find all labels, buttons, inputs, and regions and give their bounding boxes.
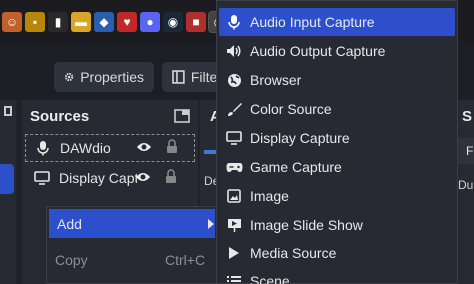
monitor-icon <box>223 131 245 145</box>
left-dock <box>0 100 16 284</box>
submenu-label: Browser <box>250 72 302 88</box>
microphone-icon <box>223 14 245 30</box>
dock-title: S <box>462 108 473 125</box>
source-item-display-capture[interactable]: Display Captu <box>25 164 195 192</box>
app-icon[interactable]: ☺ <box>2 12 22 32</box>
dock-float-icon[interactable] <box>4 106 12 116</box>
right-dock: S F Du <box>456 100 474 284</box>
submenu-label: Audio Input Capture <box>250 14 375 30</box>
monitor-icon <box>31 171 53 185</box>
submenu-label: Audio Output Capture <box>250 43 386 59</box>
file-icon[interactable]: ▬ <box>71 12 91 32</box>
submenu-label: Image Slide Show <box>250 217 363 233</box>
source-item-dawdio[interactable]: DAWdio <box>25 134 195 162</box>
submenu-item-audio-output-capture[interactable]: Audio Output Capture <box>219 37 455 65</box>
brush-icon <box>223 102 245 117</box>
globe-icon <box>223 73 245 88</box>
partial-button[interactable]: F <box>456 138 474 164</box>
add-submenu: Audio Input Capture Audio Output Capture… <box>216 0 458 284</box>
submenu-item-image[interactable]: Image <box>219 182 455 210</box>
submenu-item-color-source[interactable]: Color Source <box>219 95 455 123</box>
eye-icon[interactable] <box>135 170 151 186</box>
gear-icon <box>64 72 74 82</box>
submenu-label: Display Capture <box>250 130 350 146</box>
list-icon <box>223 275 245 284</box>
submenu-label: Scene <box>250 273 290 284</box>
game-icon[interactable]: ♥ <box>117 12 137 32</box>
selected-scene-indicator[interactable] <box>0 164 14 194</box>
image-icon <box>223 189 245 203</box>
submenu-item-media-source[interactable]: Media Source <box>219 239 455 267</box>
context-menu: Add Copy Ctrl+C <box>46 206 218 284</box>
dock-float-icon[interactable] <box>174 109 190 123</box>
video-icon[interactable]: ▮ <box>48 12 68 32</box>
discord-icon[interactable]: ● <box>140 12 160 32</box>
slideshow-icon <box>223 218 245 233</box>
submenu-item-image-slide-show[interactable]: Image Slide Show <box>219 211 455 239</box>
submenu-label: Media Source <box>250 245 337 261</box>
filter-icon <box>172 70 185 84</box>
chevron-right-icon <box>207 216 215 232</box>
submenu-item-scene[interactable]: Scene <box>219 267 455 284</box>
gamepad-icon <box>223 162 245 173</box>
folder-icon[interactable]: ▪ <box>25 12 45 32</box>
menu-item-add[interactable]: Add <box>49 209 215 238</box>
source-label: Display Captu <box>59 170 137 186</box>
speaker-icon <box>223 44 245 58</box>
submenu-label: Game Capture <box>250 159 342 175</box>
steam-icon[interactable]: ◉ <box>163 12 183 32</box>
submenu-item-game-capture[interactable]: Game Capture <box>219 153 455 181</box>
menu-item-label: Add <box>57 215 82 232</box>
submenu-item-audio-input-capture[interactable]: Audio Input Capture <box>219 8 455 36</box>
menu-item-label: Copy <box>55 251 88 268</box>
shield-icon[interactable]: ◆ <box>94 12 114 32</box>
play-icon <box>223 246 245 260</box>
properties-label: Properties <box>80 69 144 85</box>
submenu-item-display-capture[interactable]: Display Capture <box>219 124 455 152</box>
lock-icon[interactable] <box>166 139 178 157</box>
submenu-item-browser[interactable]: Browser <box>219 66 455 94</box>
submenu-label: Image <box>250 188 289 204</box>
menu-item-shortcut: Ctrl+C <box>165 251 206 268</box>
duration-label: Du <box>458 178 474 192</box>
sources-header: Sources <box>22 100 198 132</box>
eye-icon[interactable] <box>136 140 152 156</box>
sources-title: Sources <box>30 107 90 125</box>
submenu-label: Color Source <box>250 101 332 117</box>
microphone-icon <box>32 140 54 156</box>
source-label: DAWdio <box>60 140 111 156</box>
media-icon[interactable]: ■ <box>186 12 206 32</box>
menu-item-copy[interactable]: Copy Ctrl+C <box>47 245 217 274</box>
properties-button[interactable]: Properties <box>54 62 154 92</box>
lock-icon[interactable] <box>165 169 177 187</box>
